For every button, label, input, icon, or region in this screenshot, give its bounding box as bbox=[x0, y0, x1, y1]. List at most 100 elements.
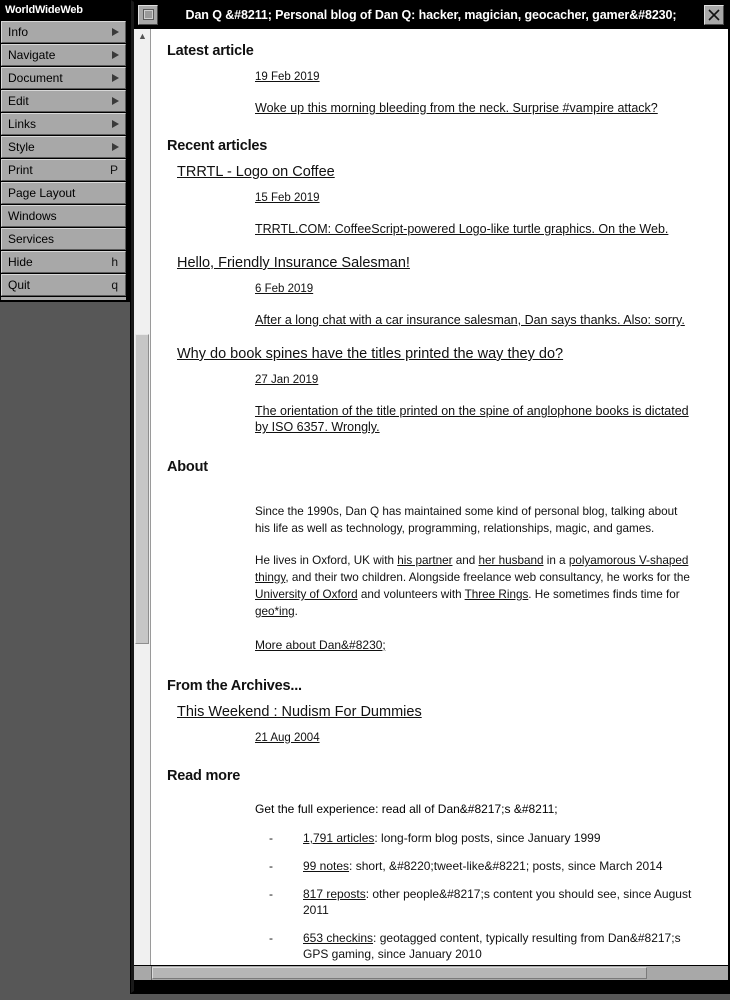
horizontal-scrollbar[interactable] bbox=[134, 965, 728, 980]
menu-item-print[interactable]: Print P bbox=[1, 159, 126, 181]
menu-item-label: Page Layout bbox=[8, 186, 76, 200]
list-bullet: - bbox=[269, 931, 273, 945]
menu-item-info[interactable]: Info bbox=[1, 21, 126, 43]
readmore-item: -653 checkins: geotagged content, typica… bbox=[255, 930, 716, 962]
section-heading-archives: From the Archives... bbox=[167, 678, 302, 694]
readmore-lead: Get the full experience: read all of Dan… bbox=[255, 802, 558, 816]
link-readmore-item[interactable]: 99 notes bbox=[303, 859, 349, 873]
about-p2-text-6: . He sometimes finds time for bbox=[528, 588, 680, 601]
about-p2-text-2: and bbox=[452, 554, 479, 567]
recent-article-title-wrap: TRRTL - Logo on Coffee bbox=[177, 164, 716, 180]
link-recent-article-title[interactable]: Hello, Friendly Insurance Salesman! bbox=[177, 255, 410, 271]
about-p2-text-1: He lives in Oxford, UK with bbox=[255, 554, 398, 567]
recent-article-summary: TRRTL.COM: CoffeeScript-powered Logo-lik… bbox=[255, 221, 696, 237]
section-heading-latest: Latest article bbox=[167, 43, 254, 59]
link-latest-date[interactable]: 19 Feb 2019 bbox=[255, 71, 320, 83]
window-titlebar[interactable]: Dan Q &#8211; Personal blog of Dan Q: ha… bbox=[134, 2, 728, 28]
link-recent-article-date[interactable]: 15 Feb 2019 bbox=[255, 192, 320, 204]
recent-article: TRRTL - Logo on Coffee 15 Feb 2019 TRRTL.C… bbox=[167, 164, 716, 237]
menu-item-windows[interactable]: Windows bbox=[1, 205, 126, 227]
section-heading-about: About bbox=[167, 459, 208, 475]
chevron-up-icon[interactable]: ▲ bbox=[137, 31, 148, 41]
menu-item-services[interactable]: Services bbox=[1, 228, 126, 250]
recent-article-title-wrap: Hello, Friendly Insurance Salesman! bbox=[177, 255, 716, 271]
menu-item-label: Quit bbox=[8, 278, 31, 292]
menu-item-shortcut: h bbox=[111, 255, 118, 269]
about-p2-text-5: and volunteers with bbox=[357, 588, 465, 601]
menu-item-label: Info bbox=[8, 25, 29, 39]
menu-item-label: Document bbox=[8, 71, 63, 85]
list-bullet: - bbox=[269, 859, 273, 873]
archive-article-title-wrap: This Weekend : Nudism For Dummies bbox=[177, 704, 716, 720]
vertical-scrollbar[interactable]: ▲ ▼ bbox=[134, 29, 151, 980]
readmore-item: - 99 notes: short, &#8220;tweet-like&#822… bbox=[255, 858, 716, 874]
link-recent-article-summary[interactable]: After a long chat with a car insurance s… bbox=[255, 313, 685, 327]
miniaturize-glyph bbox=[142, 9, 154, 20]
menu-item-style[interactable]: Style bbox=[1, 136, 126, 158]
menu-item-navigate[interactable]: Navigate bbox=[1, 44, 126, 66]
link-readmore-item[interactable]: 817 reposts bbox=[303, 887, 366, 901]
window-title: Dan Q &#8211; Personal blog of Dan Q: ha… bbox=[185, 8, 677, 22]
about-more-link-wrap: More about Dan&#8230; bbox=[255, 638, 716, 652]
about-paragraph-2: He lives in Oxford, UK with his partner … bbox=[255, 552, 694, 620]
desktop-background: WorldWideWeb Info Navigate Document Edit Lin… bbox=[0, 0, 730, 1000]
link-archive-article[interactable]: This Weekend : Nudism For Dummies bbox=[177, 704, 422, 720]
miniaturize-icon[interactable] bbox=[138, 5, 158, 25]
readmore-item-text: : short, &#8220;tweet-like&#8221; posts,… bbox=[349, 859, 663, 873]
menu-item-label: Style bbox=[8, 140, 35, 154]
menu-item-list: Info Navigate Document Edit Links Style Print P… bbox=[0, 21, 128, 296]
close-icon[interactable] bbox=[704, 5, 724, 25]
readmore-list: - 1,791 articles: long-form blog posts, s… bbox=[255, 830, 716, 980]
link-latest-summary[interactable]: Woke up this morning bleeding from the n… bbox=[255, 101, 658, 115]
menu-item-label: Services bbox=[8, 232, 55, 246]
menu-item-hide[interactable]: Hide h bbox=[1, 251, 126, 273]
menu-item-edit[interactable]: Edit bbox=[1, 90, 126, 112]
link-recent-article-title[interactable]: TRRTL - Logo on Coffee bbox=[177, 164, 335, 180]
menu-item-label: Windows bbox=[8, 209, 57, 223]
readmore-item: -817 reposts: other people&#8217;s conte… bbox=[255, 886, 716, 918]
list-bullet: - bbox=[269, 831, 273, 845]
link-recent-article-date[interactable]: 27 Jan 2019 bbox=[255, 374, 318, 386]
link-archive-date[interactable]: 21 Aug 2004 bbox=[255, 732, 320, 744]
menu-item-label: Links bbox=[8, 117, 37, 131]
menu-item-quit[interactable]: Quit q bbox=[1, 274, 126, 296]
application-menu: WorldWideWeb Info Navigate Document Edit Lin… bbox=[0, 0, 130, 302]
menu-item-label: Edit bbox=[8, 94, 29, 108]
menu-item-page-layout[interactable]: Page Layout bbox=[1, 182, 126, 204]
link-his-partner[interactable]: his partner bbox=[397, 554, 452, 567]
link-recent-article-summary[interactable]: TRRTL.COM: CoffeeScript-powered Logo-lik… bbox=[255, 222, 668, 236]
horizontal-scrollbar-track[interactable] bbox=[152, 966, 728, 980]
recent-article-summary: After a long chat with a car insurance s… bbox=[255, 312, 696, 328]
latest-article-summary: Woke up this morning bleeding from the n… bbox=[255, 100, 696, 116]
link-readmore-item[interactable]: 1,791 articles bbox=[303, 831, 374, 845]
horizontal-scrollbar-corner bbox=[134, 966, 152, 980]
submenu-arrow-icon bbox=[112, 143, 119, 151]
submenu-arrow-icon bbox=[112, 120, 119, 128]
link-more-about-dan[interactable]: More about Dan&#8230; bbox=[255, 638, 386, 652]
section-heading-readmore: Read more bbox=[167, 768, 241, 784]
list-bullet: - bbox=[269, 887, 273, 901]
link-three-rings[interactable]: Three Rings bbox=[465, 588, 529, 601]
menu-item-links[interactable]: Links bbox=[1, 113, 126, 135]
close-glyph bbox=[708, 9, 720, 21]
link-geoing[interactable]: geo*ing bbox=[255, 605, 295, 618]
menu-title: WorldWideWeb bbox=[0, 0, 128, 20]
horizontal-scrollbar-thumb[interactable] bbox=[152, 967, 648, 979]
page-content: Latest article 19 Feb 2019 Woke up this … bbox=[151, 29, 728, 980]
submenu-arrow-icon bbox=[112, 51, 119, 59]
link-her-husband[interactable]: her husband bbox=[478, 554, 543, 567]
link-university-of-oxford[interactable]: University of Oxford bbox=[255, 588, 358, 601]
menu-item-label: Print bbox=[8, 163, 33, 177]
recent-article: Why do book spines have the titles print… bbox=[167, 346, 716, 435]
recent-article-summary: The orientation of the title printed on … bbox=[255, 403, 696, 435]
latest-article-date: 19 Feb 2019 bbox=[255, 71, 716, 83]
about-p2-text-3: in a bbox=[543, 554, 569, 567]
link-recent-article-date[interactable]: 6 Feb 2019 bbox=[255, 283, 313, 295]
link-recent-article-summary[interactable]: The orientation of the title printed on … bbox=[255, 404, 689, 434]
about-paragraph-1: Since the 1990s, Dan Q has maintained so… bbox=[255, 505, 678, 535]
link-readmore-item[interactable]: 653 checkins bbox=[303, 931, 373, 945]
vertical-scrollbar-thumb[interactable] bbox=[135, 334, 149, 644]
link-recent-article-title[interactable]: Why do book spines have the titles print… bbox=[177, 346, 563, 362]
menu-item-document[interactable]: Document bbox=[1, 67, 126, 89]
submenu-arrow-icon bbox=[112, 28, 119, 36]
